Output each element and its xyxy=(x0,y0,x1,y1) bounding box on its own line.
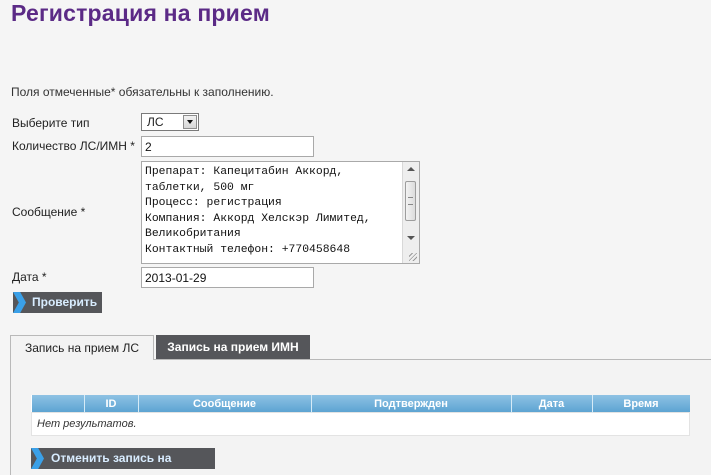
type-label: Выберите тип xyxy=(12,116,90,130)
message-line: Процесс: регистрация xyxy=(145,197,282,209)
type-select[interactable]: ЛС xyxy=(141,113,199,131)
table-row: Нет результатов. xyxy=(31,412,690,436)
required-fields-note: Поля отмеченные* обязательны к заполнени… xyxy=(11,85,274,99)
message-line: Компания: Аккорд Хелскэр Лимитед, xyxy=(145,212,371,225)
date-label: Дата * xyxy=(12,270,47,284)
message-label: Сообщение * xyxy=(12,205,86,219)
table-header-row: ID Сообщение Подтвержден Дата Время xyxy=(31,395,690,413)
message-line: Великобритания xyxy=(145,228,241,240)
cancel-appointment-button[interactable]: Отменить запись на прием xyxy=(31,448,215,475)
column-header-time[interactable]: Время xyxy=(592,395,690,413)
message-line: Контактный телефон: +770458648 xyxy=(145,243,351,256)
empty-results-text: Нет результатов. xyxy=(31,412,690,436)
textarea-scrollbar[interactable] xyxy=(402,162,419,263)
message-line: Препарат: Капецитабин Аккорд, xyxy=(145,166,344,178)
results-table: ID Сообщение Подтвержден Дата Время Нет … xyxy=(31,395,690,436)
column-header-select[interactable] xyxy=(31,395,85,413)
message-textarea[interactable]: Препарат: Капецитабин Аккорд, таблетки, … xyxy=(141,161,420,264)
page-title: Регистрация на прием xyxy=(11,0,270,26)
message-line: таблетки, 500 мг xyxy=(145,181,255,194)
tab-ls-appointment[interactable]: Запись на прием ЛС xyxy=(10,335,154,360)
chevron-right-icon xyxy=(13,292,26,313)
column-header-date[interactable]: Дата xyxy=(511,395,593,413)
column-header-confirmed[interactable]: Подтвержден xyxy=(311,395,512,413)
check-button[interactable]: Проверить xyxy=(13,292,102,313)
resize-grip-icon[interactable] xyxy=(403,249,419,263)
scroll-down-arrow-icon[interactable] xyxy=(407,236,415,240)
scroll-thumb[interactable] xyxy=(405,181,416,221)
scroll-up-arrow-icon[interactable] xyxy=(407,167,415,171)
check-button-label: Проверить xyxy=(32,295,98,309)
date-input[interactable] xyxy=(141,267,314,288)
chevron-down-icon[interactable] xyxy=(183,115,197,129)
column-header-message[interactable]: Сообщение xyxy=(138,395,312,413)
count-input[interactable] xyxy=(141,136,314,157)
type-select-value: ЛС xyxy=(147,115,164,129)
column-header-id[interactable]: ID xyxy=(84,395,139,413)
chevron-right-icon xyxy=(31,448,44,469)
page: Регистрация на прием Поля отмеченные* об… xyxy=(0,0,711,475)
message-text: Препарат: Капецитабин Аккорд, таблетки, … xyxy=(145,165,405,258)
tab-imn-appointment[interactable]: Запись на прием ИМН xyxy=(156,335,310,359)
count-label: Количество ЛС/ИМН * xyxy=(12,139,135,153)
